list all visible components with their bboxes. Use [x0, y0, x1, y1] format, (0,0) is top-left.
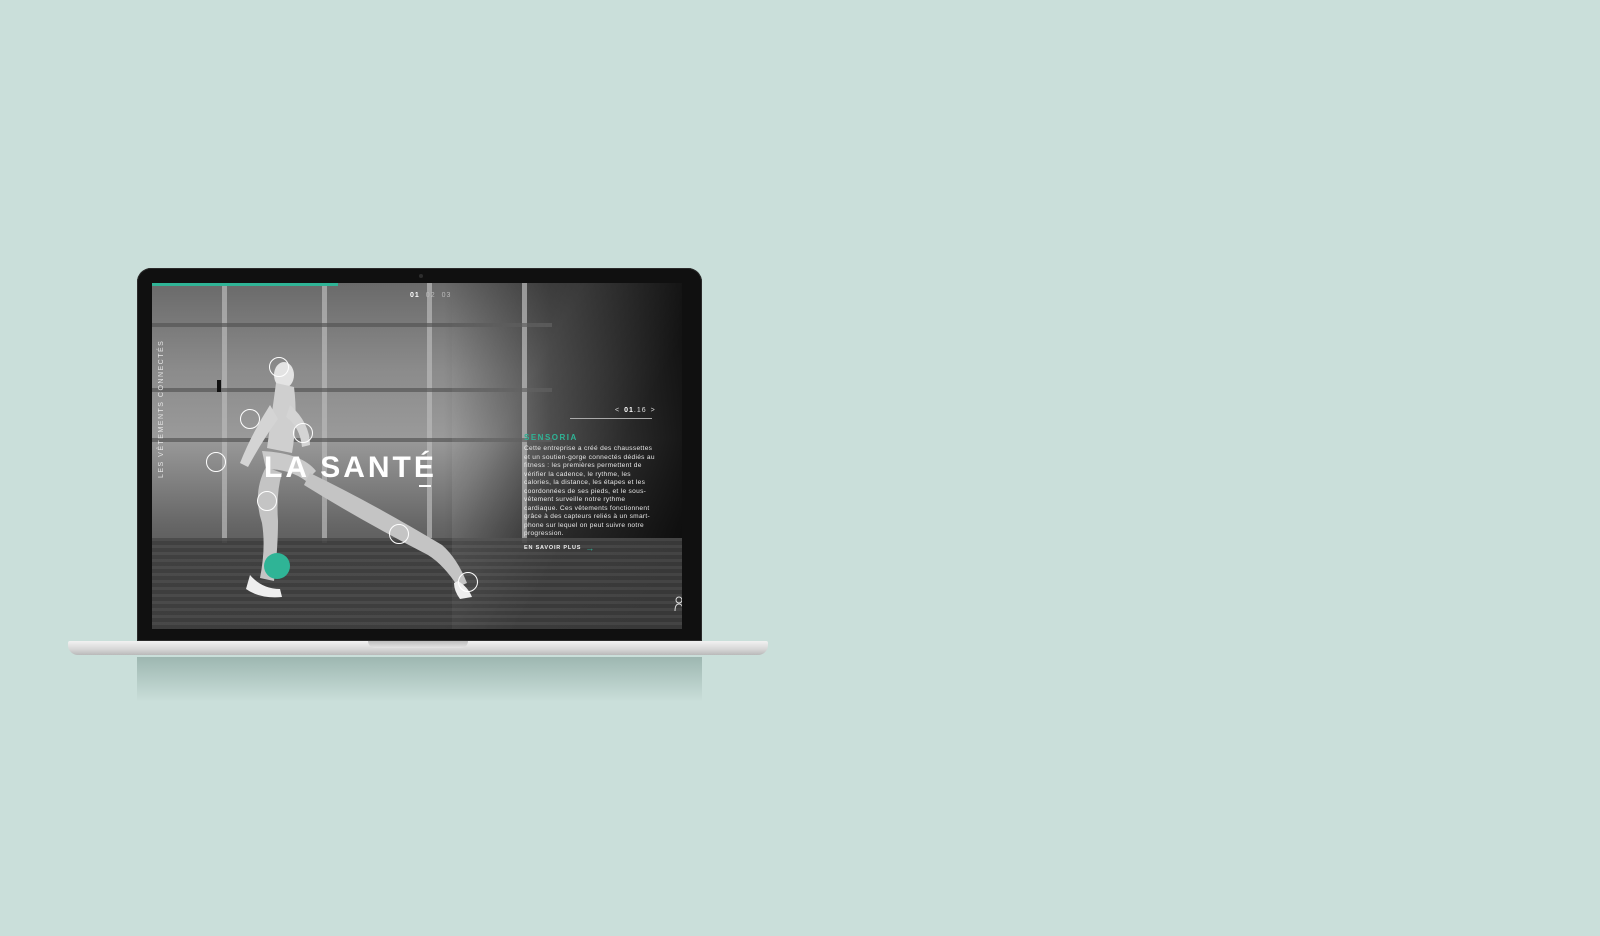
pager-item-01[interactable]: 01: [410, 292, 420, 299]
brand-description: Cette entreprise a créé des chaussettes …: [524, 445, 655, 537]
pager-item-03[interactable]: 03: [442, 292, 452, 299]
item-counter: < 01.16 >: [615, 407, 656, 414]
laptop-mockup: 01 02 03 LES VÊTEMENTS CONNECTÉS LA SANT…: [68, 268, 768, 718]
background-pillar: [222, 283, 227, 543]
counter-value: 01.16: [624, 407, 647, 414]
sensor-marker[interactable]: [458, 572, 478, 592]
counter-total: .16: [633, 407, 647, 414]
counter-divider: [570, 418, 652, 419]
arrow-right-icon: →: [585, 543, 596, 553]
user-icon[interactable]: [674, 596, 682, 612]
sensor-marker[interactable]: [257, 491, 277, 511]
website-screen: 01 02 03 LES VÊTEMENTS CONNECTÉS LA SANT…: [152, 283, 682, 629]
sensor-marker[interactable]: [240, 409, 260, 429]
vertical-section-label: LES VÊTEMENTS CONNECTÉS: [158, 339, 165, 478]
read-more-label: EN SAVOIR PLUS: [524, 545, 582, 551]
progress-bar: [152, 283, 338, 286]
webcam: [419, 274, 423, 278]
sensor-marker[interactable]: [206, 452, 226, 472]
next-arrow-icon[interactable]: >: [651, 407, 656, 414]
lid-hinge-mark: [217, 380, 221, 392]
pager-item-02[interactable]: 02: [426, 292, 436, 299]
laptop-lid: 01 02 03 LES VÊTEMENTS CONNECTÉS LA SANT…: [137, 268, 702, 641]
laptop-shadow: [137, 657, 702, 702]
laptop-notch: [368, 641, 468, 648]
read-more-link[interactable]: EN SAVOIR PLUS →: [524, 543, 595, 553]
hero-title: LA SANTÉ: [264, 451, 437, 484]
sensor-marker[interactable]: [293, 423, 313, 443]
active-sensor-marker[interactable]: [264, 553, 290, 579]
sensor-marker[interactable]: [269, 357, 289, 377]
brand-name: SENSORIA: [524, 433, 578, 442]
slide-pager: 01 02 03: [410, 292, 451, 299]
prev-arrow-icon[interactable]: <: [615, 407, 620, 414]
title-underline: [419, 485, 431, 487]
sensor-marker[interactable]: [389, 524, 409, 544]
counter-current: 01: [624, 407, 634, 414]
